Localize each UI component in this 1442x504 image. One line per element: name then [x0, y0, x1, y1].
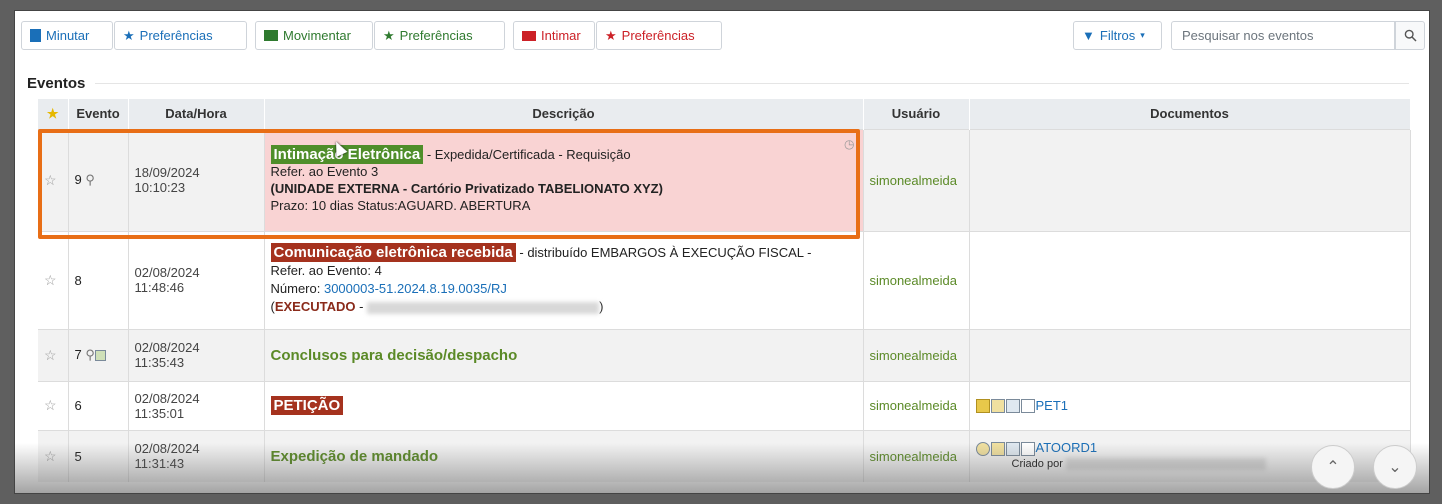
event-time: 11:35:43 — [134, 355, 185, 370]
magnifier-icon[interactable]: ⚲ — [85, 172, 95, 187]
event-date: 02/08/2024 — [134, 390, 200, 406]
event-description: PETIÇÃO — [264, 380, 864, 430]
event-type-tag[interactable]: Intimação Eletrônica — [270, 145, 424, 164]
movimentar-button[interactable]: Movimentar — [255, 21, 373, 50]
intimar-button[interactable]: Intimar — [513, 21, 595, 50]
sign-icon[interactable] — [975, 399, 990, 414]
event-time: 11:48:46 — [134, 280, 185, 295]
table-row: ☆ 5 02/08/2024 11:31:43 Expedição de mand… — [38, 429, 1411, 482]
event-number: 7 — [74, 347, 82, 362]
favorite-star-icon[interactable]: ☆ — [38, 230, 69, 329]
header-descricao[interactable]: Descrição — [264, 99, 864, 129]
table-row: ☆ 9 ⚲ 18/09/2024 10:10:23 Intimação Eletr… — [38, 128, 1411, 231]
event-number: 6 — [74, 398, 82, 413]
minutar-preferences-button[interactable]: ★ Preferências — [114, 21, 247, 50]
star-icon: ★ — [123, 27, 135, 43]
event-date: 02/08/2024 — [134, 265, 200, 280]
event-description: Comunicação eletrônica recebida - distri… — [264, 230, 864, 329]
event-user[interactable]: simonealmeida — [870, 273, 957, 288]
view-doc-icon[interactable] — [1020, 399, 1035, 414]
event-documents — [969, 128, 1411, 231]
section-title: Eventos — [27, 75, 86, 92]
chevron-down-icon: ⌄ — [1388, 459, 1402, 476]
filter-icon: ▼ — [1082, 28, 1095, 43]
folder-move-icon — [264, 30, 278, 41]
filtros-button[interactable]: ▼ Filtros ▾ — [1073, 21, 1162, 50]
scroll-up-button[interactable]: ⌃ — [1311, 445, 1355, 489]
redacted-creator — [1065, 458, 1266, 471]
table-row: ☆ 7 ⚲ 02/08/2024 11:35:43 Conclusos para … — [38, 328, 1411, 381]
document-icon — [30, 29, 41, 42]
favorite-star-icon[interactable]: ☆ — [38, 380, 69, 430]
event-description: Conclusos para decisão/despacho — [264, 328, 864, 381]
section-divider — [95, 83, 1409, 84]
comment-icon[interactable] — [975, 441, 990, 456]
table-header-row: ★ Evento Data/Hora Descrição Usuário Doc… — [38, 99, 1411, 129]
table-row: ☆ 8 02/08/2024 11:48:46 Comunicação eletr… — [38, 230, 1411, 329]
events-panel: Minutar ★ Preferências Movimentar ★ Pref… — [14, 10, 1430, 494]
event-title[interactable]: Expedição de mandado — [271, 448, 439, 465]
scroll-down-button[interactable]: ⌄ — [1373, 445, 1417, 489]
favorite-star-icon[interactable]: ☆ — [38, 128, 69, 231]
minutar-button[interactable]: Minutar — [21, 21, 113, 50]
events-table: ★ Evento Data/Hora Descrição Usuário Doc… — [38, 99, 1411, 482]
event-date: 18/09/2024 — [134, 165, 200, 180]
movimentar-preferences-button[interactable]: ★ Preferências — [374, 21, 505, 50]
event-number: 8 — [74, 272, 82, 288]
event-time: 11:31:43 — [134, 456, 185, 472]
caret-down-icon: ▾ — [1140, 30, 1145, 40]
event-number: 5 — [74, 448, 82, 464]
clock-icon[interactable]: ◷ — [844, 136, 854, 153]
event-documents — [969, 328, 1411, 381]
table-row: ☆ 6 02/08/2024 11:35:01 PETIÇÃO simonealm… — [38, 380, 1411, 430]
edit-doc-icon[interactable] — [990, 399, 1005, 414]
search-icon — [1404, 29, 1417, 42]
star-icon: ★ — [383, 27, 395, 43]
event-type-tag[interactable]: Comunicação eletrônica recebida — [270, 243, 516, 262]
search-button[interactable] — [1395, 21, 1425, 50]
edit-doc-icon[interactable] — [990, 441, 1005, 456]
event-user[interactable]: simonealmeida — [870, 173, 957, 188]
document-link[interactable]: ATOORD1 — [1036, 440, 1098, 455]
star-icon: ★ — [605, 27, 617, 43]
process-number-link[interactable]: 3000003-51.2024.8.19.0035/RJ — [324, 281, 507, 296]
event-documents: PET1 — [969, 380, 1411, 430]
chevron-up-icon: ⌃ — [1326, 459, 1340, 476]
event-user[interactable]: simonealmeida — [870, 398, 957, 413]
event-time: 11:35:01 — [134, 405, 185, 421]
event-date: 02/08/2024 — [134, 441, 200, 457]
favorite-star-icon[interactable]: ☆ — [38, 429, 69, 482]
note-icon[interactable] — [94, 350, 106, 362]
search-input[interactable] — [1171, 21, 1395, 50]
envelope-icon — [522, 30, 536, 41]
event-documents — [969, 230, 1411, 329]
event-number: 9 — [74, 172, 82, 187]
event-description: Expedição de mandado — [264, 429, 864, 482]
event-title[interactable]: Conclusos para decisão/despacho — [271, 347, 518, 364]
intimar-preferences-button[interactable]: ★ Preferências — [596, 21, 722, 50]
toolbar: Minutar ★ Preferências Movimentar ★ Pref… — [21, 21, 1425, 53]
document-link[interactable]: PET1 — [1036, 398, 1069, 413]
event-user[interactable]: simonealmeida — [870, 348, 957, 363]
header-star-icon[interactable]: ★ — [38, 99, 69, 129]
view-doc-icon[interactable] — [1020, 441, 1035, 456]
favorite-star-icon[interactable]: ☆ — [38, 328, 69, 381]
header-data-hora[interactable]: Data/Hora — [128, 99, 265, 129]
event-type-tag[interactable]: PETIÇÃO — [270, 396, 344, 415]
header-evento[interactable]: Evento — [68, 99, 129, 129]
header-usuario[interactable]: Usuário — [863, 99, 970, 129]
event-description: Intimação Eletrônica - Expedida/Certific… — [264, 128, 864, 231]
event-user[interactable]: simonealmeida — [870, 449, 957, 464]
redacted-name — [367, 301, 600, 314]
event-date: 02/08/2024 — [134, 340, 200, 355]
computer-icon[interactable] — [1005, 399, 1020, 414]
header-documentos[interactable]: Documentos — [969, 99, 1411, 129]
magnifier-icon[interactable]: ⚲ — [85, 347, 95, 362]
computer-icon[interactable] — [1005, 441, 1020, 456]
event-time: 10:10:23 — [134, 180, 186, 195]
